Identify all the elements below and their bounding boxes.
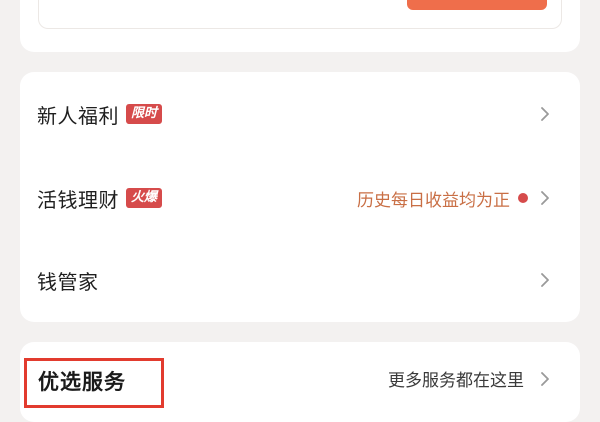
limited-time-badge: 限时 — [126, 104, 163, 124]
menu-item-money-manager[interactable]: 钱管家 — [20, 238, 580, 322]
services-title: 优选服务 — [38, 370, 126, 394]
chevron-right-icon — [541, 371, 549, 386]
promo-card — [20, 0, 580, 52]
more-services-link[interactable]: 更多服务都在这里 — [388, 366, 550, 391]
chevron-right-icon — [541, 191, 549, 205]
promo-action-button[interactable] — [407, 0, 547, 10]
chevron-right-icon — [541, 273, 549, 287]
row-right: 历史每日收益均为正 — [357, 156, 550, 240]
menu-item-flexible-finance[interactable]: 活钱理财 火爆 历史每日收益均为正 — [20, 156, 580, 240]
menu-item-newcomer-benefits[interactable]: 新人福利 限时 — [20, 72, 580, 156]
row-right — [540, 238, 550, 322]
more-services-label: 更多服务都在这里 — [388, 371, 524, 391]
chevron-right-icon — [541, 107, 549, 121]
hot-badge: 火爆 — [126, 188, 163, 208]
return-hint-text: 历史每日收益均为正 — [357, 190, 510, 211]
services-card: 优选服务 更多服务都在这里 — [20, 342, 580, 422]
promo-panel — [38, 0, 562, 29]
notification-dot — [518, 193, 528, 203]
menu-item-label: 新人福利 — [37, 103, 119, 128]
menu-card: 新人福利 限时 活钱理财 火爆 历史每日收益均为正 钱管家 — [20, 72, 580, 322]
menu-item-label: 钱管家 — [37, 269, 99, 294]
menu-item-label: 活钱理财 — [37, 187, 119, 212]
row-right — [540, 72, 550, 156]
